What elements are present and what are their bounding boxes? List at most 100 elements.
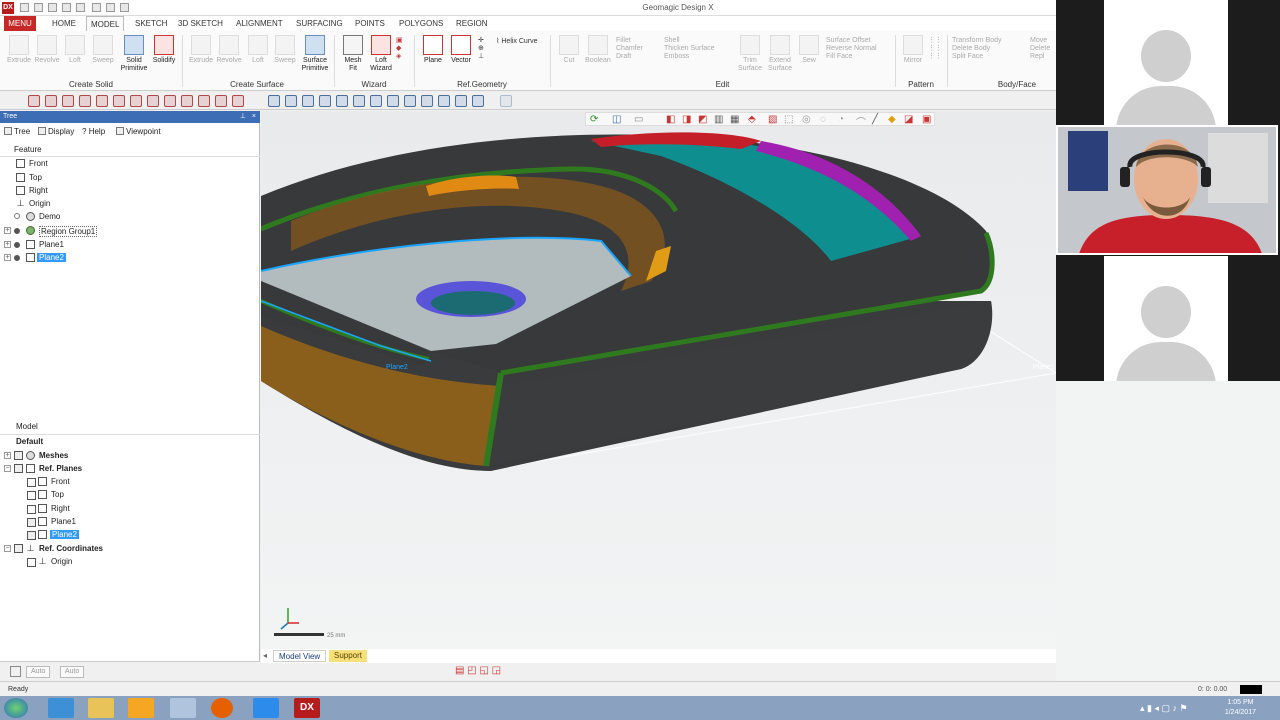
point-tools-icon[interactable]: ✛ ⊕ ⊥: [478, 37, 484, 61]
tab-display[interactable]: Display: [38, 127, 74, 136]
select-mode-icon[interactable]: [164, 95, 176, 107]
scroll-left-icon[interactable]: ◂: [263, 651, 267, 660]
mesh-fit-button[interactable]: Mesh Fit: [338, 35, 368, 75]
view-icon[interactable]: ▤ ◰ ◱ ◲: [455, 665, 501, 676]
body-face-small-col-2[interactable]: Move Delete Repl: [1030, 37, 1056, 61]
select-extend-icon[interactable]: ◆: [888, 114, 896, 125]
visibility-dot-icon[interactable]: [14, 255, 20, 261]
solid-loft-button[interactable]: Loft: [60, 35, 90, 75]
select-mode-icon[interactable]: [28, 95, 40, 107]
solidify-button[interactable]: Solidify: [149, 35, 179, 75]
expand-toggle-icon[interactable]: +: [4, 241, 11, 248]
trim-surface-button[interactable]: Trim Surface: [734, 35, 766, 75]
tab-menu[interactable]: MENU: [4, 16, 36, 31]
filter-icon[interactable]: [404, 95, 416, 107]
clipping-icon[interactable]: ⬘: [748, 114, 756, 125]
select-box-icon[interactable]: ▧: [768, 114, 777, 125]
loft-wizard-button[interactable]: Loft Wizard: [366, 35, 396, 75]
mirror-button[interactable]: Mirror: [898, 35, 928, 75]
zoom-icon[interactable]: [268, 95, 280, 107]
participant-tile[interactable]: [1104, 256, 1228, 381]
checkbox-checked-icon[interactable]: [27, 531, 36, 540]
settings-icon[interactable]: ▣: [922, 114, 931, 125]
select-mode-icon[interactable]: [113, 95, 125, 107]
select-mode-icon[interactable]: [130, 95, 142, 107]
select-mode-icon[interactable]: [45, 95, 57, 107]
filter-icon[interactable]: [285, 95, 297, 107]
precision-selector[interactable]: Auto: [60, 666, 85, 678]
bottom-view-icons[interactable]: ▤ ◰ ◱ ◲: [455, 665, 535, 677]
select-mode-icon[interactable]: [96, 95, 108, 107]
collapse-toggle-icon[interactable]: −: [4, 545, 11, 552]
model-item-ref-planes[interactable]: Ref. Planes: [39, 464, 82, 473]
firefox-icon[interactable]: [211, 698, 233, 718]
expand-toggle-icon[interactable]: +: [4, 227, 11, 234]
display-mode-icon[interactable]: ◧: [666, 114, 675, 125]
checkbox-checked-icon[interactable]: [27, 518, 36, 527]
edit-small-col-1[interactable]: Fillet Chamfer Draft: [616, 37, 643, 61]
select-mode-icon[interactable]: [62, 95, 74, 107]
unit-selector[interactable]: Auto: [26, 666, 51, 678]
filter-icon[interactable]: [421, 95, 433, 107]
system-clock[interactable]: 1:05 PM 1/24/2017: [1225, 698, 1256, 718]
model-item-meshes[interactable]: Meshes: [39, 451, 68, 460]
select-tool-icon[interactable]: ◪: [904, 114, 913, 125]
select-circle-icon[interactable]: ◎: [802, 114, 811, 125]
vector-button[interactable]: Vector: [446, 35, 476, 75]
surface-sweep-button[interactable]: Sweep: [270, 35, 300, 75]
checkbox-icon[interactable]: [14, 464, 23, 473]
model-item-front[interactable]: Front: [51, 477, 70, 486]
feature-item-front[interactable]: Front: [29, 159, 48, 168]
body-face-small-col-1[interactable]: Transform Body Delete Body Split Face: [952, 37, 1002, 61]
solid-revolve-button[interactable]: Revolve: [32, 35, 62, 75]
tab-sketch[interactable]: SKETCH: [131, 16, 171, 31]
pattern-small-icons[interactable]: ⋮⋮ ⋮⋮ ⋮⋮: [928, 37, 942, 61]
collapse-toggle-icon[interactable]: −: [4, 465, 11, 472]
expand-toggle-icon[interactable]: +: [4, 452, 11, 459]
filter-icon[interactable]: [387, 95, 399, 107]
start-orb-icon[interactable]: [4, 698, 28, 718]
feature-item-origin[interactable]: Origin: [29, 199, 50, 208]
helix-curve-button[interactable]: ⌇ Helix Curve: [496, 38, 538, 46]
checkbox-icon[interactable]: [27, 505, 36, 514]
pin-icon[interactable]: ⊥: [240, 111, 246, 123]
expand-toggle-icon[interactable]: +: [4, 254, 11, 261]
checkbox-icon[interactable]: [27, 478, 36, 487]
display-mode-icon[interactable]: ◨: [682, 114, 691, 125]
boolean-button[interactable]: Boolean: [583, 35, 613, 75]
checkbox-icon[interactable]: [14, 451, 23, 460]
solid-primitive-button[interactable]: Solid Primitive: [119, 35, 149, 75]
select-mode-icon[interactable]: [147, 95, 159, 107]
section-view-icon[interactable]: ▦: [730, 114, 739, 125]
feature-item-region-group1[interactable]: Region Group1: [39, 226, 98, 237]
file-explorer-icon[interactable]: [88, 698, 114, 718]
tab-tree[interactable]: Tree: [4, 127, 30, 136]
plane-button[interactable]: Plane: [418, 35, 448, 75]
display-mode-icon[interactable]: ◩: [698, 114, 707, 125]
edit-small-col-2[interactable]: Shell Thicken Surface Emboss: [664, 37, 715, 61]
tab-model[interactable]: MODEL: [86, 16, 125, 31]
filter-icon[interactable]: [302, 95, 314, 107]
checkbox-icon[interactable]: [27, 491, 36, 500]
tab-surfacing[interactable]: SURFACING: [292, 16, 347, 31]
tray-icons[interactable]: ▴ ▮ ◂ ▢ ♪ ⚑: [1140, 703, 1188, 714]
filter-icon[interactable]: [472, 95, 484, 107]
extend-surface-button[interactable]: Extend Surface: [764, 35, 796, 75]
cut-button[interactable]: Cut: [554, 35, 584, 75]
section-view-icon[interactable]: ▥: [714, 114, 723, 125]
geomagic-dx-icon[interactable]: DX: [294, 698, 320, 718]
tab-polygons[interactable]: POLYGONS: [395, 16, 447, 31]
tab-support[interactable]: Support: [329, 650, 368, 662]
snipping-tool-icon[interactable]: [170, 698, 196, 718]
wizard-extra-icon[interactable]: ▣ ◆ ◈: [396, 37, 403, 61]
select-box-icon[interactable]: ⬚: [784, 114, 793, 125]
visibility-dot-icon[interactable]: [14, 213, 20, 219]
edit-small-col-3[interactable]: Surface Offset Reverse Normal Fill Face: [826, 37, 877, 61]
checkbox-icon[interactable]: [27, 558, 36, 567]
view-fit-icon[interactable]: ▭: [634, 114, 643, 125]
visibility-dot-icon[interactable]: [14, 228, 20, 234]
tab-help[interactable]: ? Help: [82, 127, 105, 136]
tab-region[interactable]: REGION: [452, 16, 492, 31]
filter-icon[interactable]: [455, 95, 467, 107]
tab-home[interactable]: HOME: [48, 16, 80, 31]
